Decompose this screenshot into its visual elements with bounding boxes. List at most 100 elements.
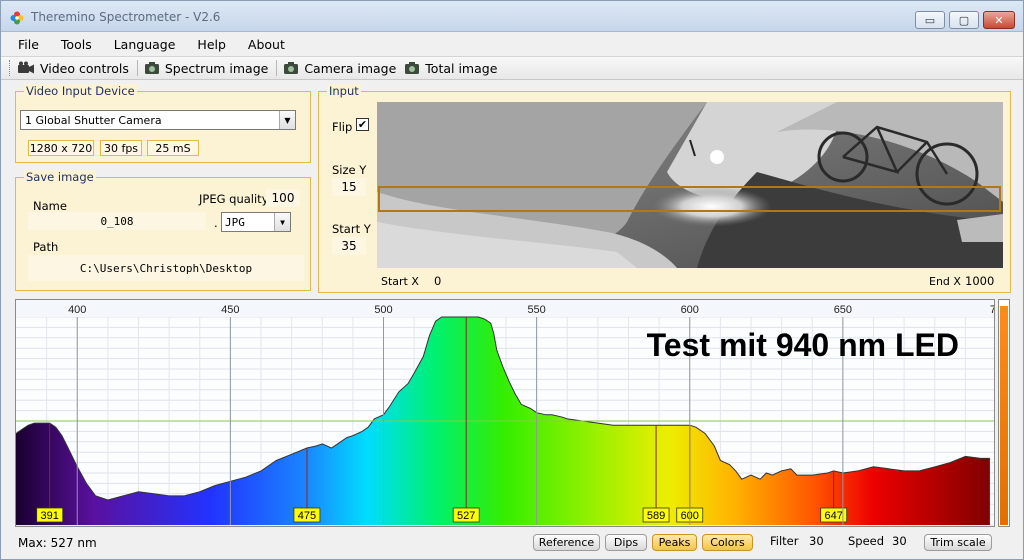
start-x-label: Start X [381, 275, 419, 288]
tick-label: 650 [834, 304, 852, 316]
save-image-panel: Save image Name JPEG quality 100 0_108 .… [15, 170, 311, 291]
flip-checkbox[interactable]: ✔ [356, 118, 369, 131]
close-button[interactable]: ✕ [983, 11, 1015, 29]
total-image-label: Total image [425, 60, 498, 76]
menu-tools[interactable]: Tools [61, 37, 92, 52]
window-title: Theremino Spectrometer - V2.6 [31, 10, 221, 24]
menu-about[interactable]: About [248, 37, 285, 52]
path-input[interactable]: C:\Users\Christoph\Desktop [28, 255, 304, 281]
input-panel: Input Flip ✔ Size Y 15 Start Y 35 Start … [318, 84, 1011, 293]
video-input-panel: Video Input Device 1 Global Shutter Came… [15, 84, 311, 163]
dips-button-label: Dips [613, 536, 639, 549]
chevron-down-icon[interactable]: ▼ [274, 213, 290, 231]
size-y-label: Size Y [332, 163, 367, 177]
save-image-legend: Save image [24, 170, 96, 184]
chevron-down-icon[interactable]: ▼ [279, 111, 295, 129]
close-icon: ✕ [994, 13, 1004, 27]
jpeg-quality-input[interactable]: 100 [266, 189, 300, 207]
jpeg-quality-value: 100 [271, 191, 295, 205]
trim-scale-button[interactable]: Trim scale [924, 534, 992, 551]
video-input-legend: Video Input Device [24, 84, 137, 98]
camera-icon [284, 62, 299, 74]
image-format-select[interactable]: JPG ▼ [221, 212, 291, 232]
exposure-display: 25 mS [147, 140, 199, 156]
image-format-value: JPG [225, 215, 245, 229]
menu-file[interactable]: File [18, 37, 39, 52]
video-controls-button[interactable]: Video controls [17, 61, 129, 76]
trim-scale-label: Trim scale [930, 536, 986, 549]
tick-label: 600 [681, 304, 699, 316]
size-y-value: 15 [341, 180, 357, 194]
spectrum-plot: 391475527589600647 40045050055060065070 … [16, 300, 995, 526]
start-x-value[interactable]: 0 [434, 274, 441, 288]
filter-value[interactable]: 30 [809, 534, 824, 548]
status-bar: Max: 527 nm Reference Dips Peaks Colors … [1, 529, 1023, 559]
end-x-label: End X [929, 275, 961, 288]
minimize-icon: ▭ [924, 13, 936, 27]
speed-label: Speed [848, 534, 885, 548]
start-y-input[interactable]: 35 [332, 237, 366, 255]
toolbar-separator [276, 60, 278, 76]
toolbar-separator [136, 60, 138, 76]
peak-label: 647 [825, 510, 843, 522]
flip-label: Flip [332, 120, 353, 134]
exposure-value: 25 mS [155, 141, 191, 155]
video-device-value: 1 Global Shutter Camera [25, 113, 162, 127]
tick-label: 70 [990, 304, 995, 316]
file-name-value: 0_108 [100, 214, 134, 228]
file-name-input[interactable]: 0_108 [28, 212, 206, 230]
peaks-button[interactable]: Peaks [652, 534, 697, 551]
path-value: C:\Users\Christoph\Desktop [79, 261, 253, 275]
peak-label: 391 [41, 510, 59, 522]
minimize-button[interactable]: ▭ [915, 11, 945, 29]
camera-image [377, 102, 1003, 268]
chart-annotation: Test mit 940 nm LED [647, 327, 959, 363]
speed-value[interactable]: 30 [892, 534, 907, 548]
fps-display: 30 fps [100, 140, 142, 156]
camera-icon [144, 62, 159, 74]
path-label: Path [33, 240, 59, 254]
menu-help[interactable]: Help [197, 37, 226, 52]
total-image-button[interactable]: Total image [404, 61, 497, 76]
filter-label: Filter [770, 534, 799, 548]
spectrum-chart[interactable]: 391475527589600647 40045050055060065070 … [15, 299, 995, 527]
start-y-value: 35 [341, 239, 357, 253]
spectrum-image-button[interactable]: Spectrum image [144, 61, 268, 76]
tick-label: 400 [68, 304, 86, 316]
menu-language[interactable]: Language [114, 37, 176, 52]
title-bar[interactable]: Theremino Spectrometer - V2.6 ▭ ▢ ✕ [1, 1, 1023, 32]
reference-button-label: Reference [538, 536, 595, 549]
video-camera-icon [18, 61, 34, 74]
camera-image-label: Camera image [304, 60, 397, 76]
size-y-input[interactable]: 15 [332, 178, 366, 196]
spectrometer-window: Theremino Spectrometer - V2.6 ▭ ▢ ✕ File… [0, 0, 1024, 560]
intensity-fill [1000, 305, 1008, 525]
tick-label: 450 [221, 304, 239, 316]
peak-label: 589 [647, 510, 665, 522]
start-y-label: Start Y [332, 222, 371, 236]
peak-label: 527 [457, 510, 475, 522]
intensity-bar [998, 299, 1010, 527]
camera-preview[interactable] [377, 102, 1003, 268]
reference-button[interactable]: Reference [533, 534, 600, 551]
toolbar-grip[interactable] [9, 60, 12, 76]
spectrum-image-label: Spectrum image [164, 60, 269, 76]
camera-icon [405, 62, 420, 74]
resolution-display: 1280 x 720 [28, 140, 94, 156]
peak-label: 475 [298, 510, 316, 522]
camera-image-button[interactable]: Camera image [283, 61, 396, 76]
end-x-value[interactable]: 1000 [965, 274, 994, 288]
name-label: Name [33, 199, 67, 213]
maximize-button[interactable]: ▢ [949, 11, 979, 29]
check-icon: ✔ [357, 118, 368, 131]
toolbar: Video controls Spectrum image Camera ima… [1, 56, 1023, 80]
app-icon [10, 11, 24, 25]
colors-button[interactable]: Colors [702, 534, 753, 551]
max-wavelength-label: Max: 527 nm [18, 536, 97, 550]
menu-bar: File Tools Language Help About [1, 32, 1023, 56]
video-device-select[interactable]: 1 Global Shutter Camera ▼ [20, 110, 296, 130]
fps-value: 30 fps [103, 141, 139, 155]
dips-button[interactable]: Dips [605, 534, 647, 551]
roi-rectangle[interactable] [378, 186, 1001, 212]
jpeg-quality-label: JPEG quality [199, 192, 269, 206]
